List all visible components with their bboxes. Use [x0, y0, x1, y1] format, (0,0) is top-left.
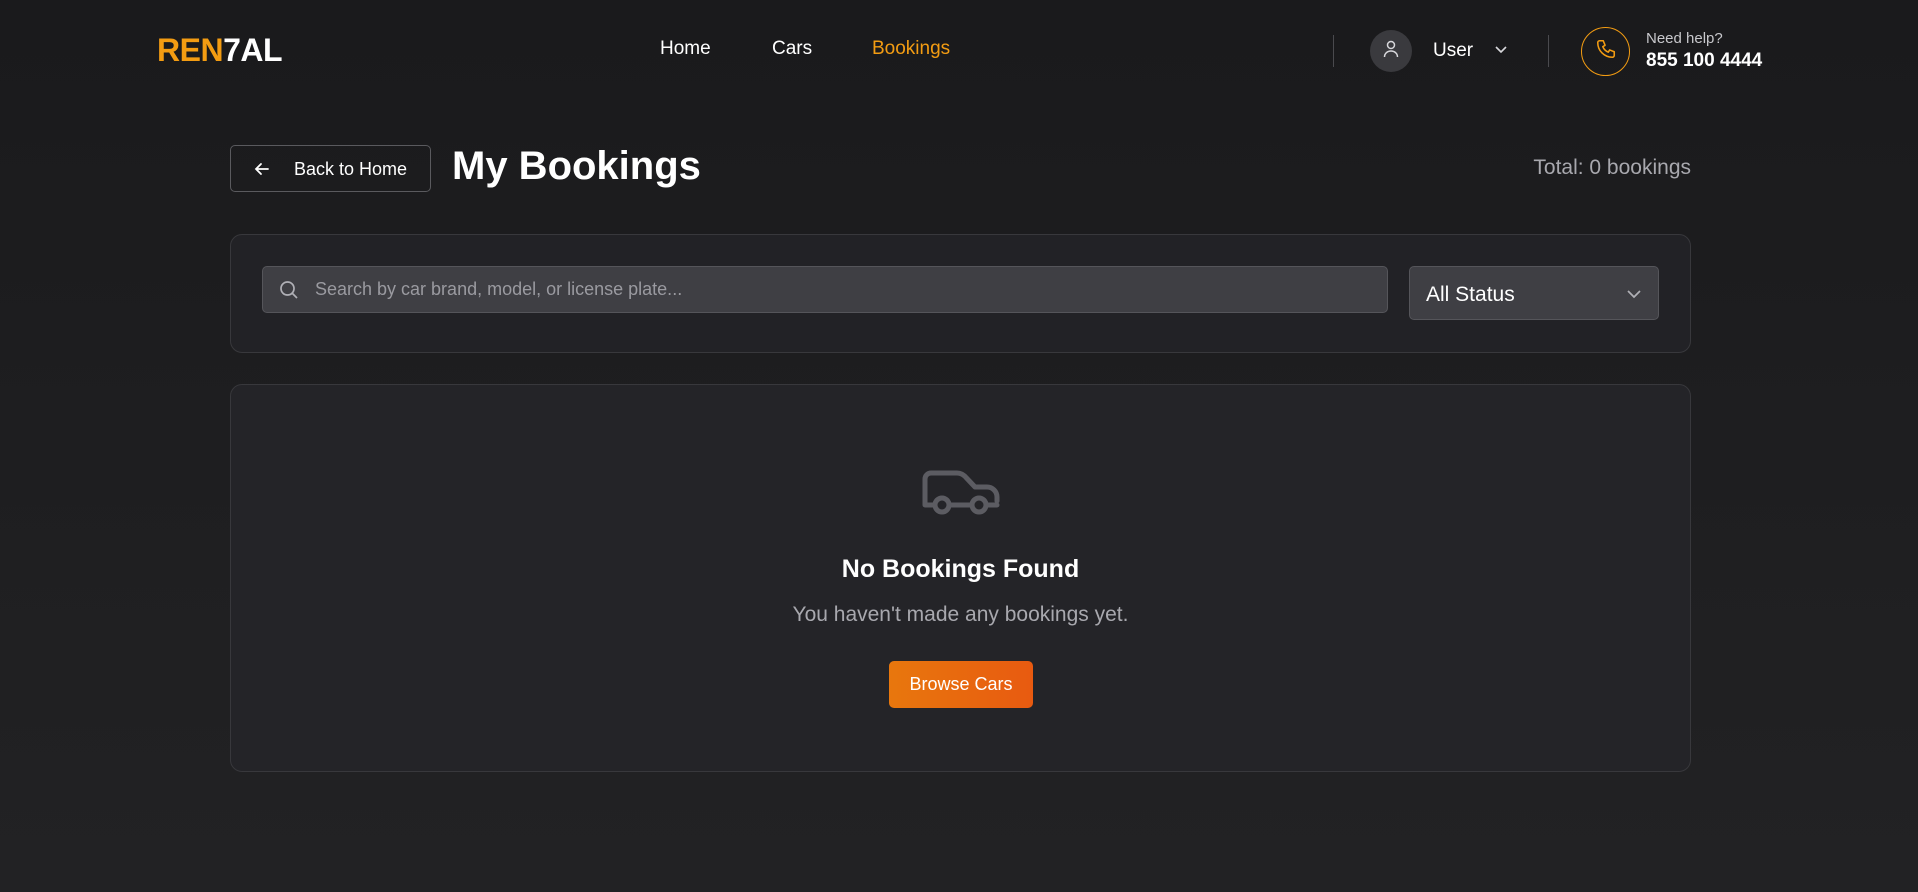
empty-state-subtitle: You haven't made any bookings yet.: [792, 603, 1129, 626]
status-filter-value: All Status: [1426, 283, 1515, 306]
arrow-left-icon: [253, 160, 271, 181]
total-bookings-count: Total: 0 bookings: [1533, 156, 1691, 179]
logo-part-2: 7AL: [223, 32, 283, 68]
nav-home-link[interactable]: Home: [660, 38, 711, 60]
logo-part-1: REN: [157, 32, 224, 68]
user-avatar[interactable]: [1370, 30, 1412, 72]
filter-panel: All Status: [230, 234, 1691, 353]
empty-state-title: No Bookings Found: [841, 555, 1080, 583]
nav-cars-link[interactable]: Cars: [772, 38, 812, 60]
help-label: Need help?: [1646, 30, 1723, 47]
header-divider-1: [1333, 35, 1334, 67]
search-input[interactable]: [315, 267, 1375, 312]
phone-icon: [1595, 38, 1617, 65]
status-filter-select[interactable]: All Status: [1409, 266, 1659, 320]
back-button-label: Back to Home: [294, 159, 408, 179]
chevron-down-icon: [1626, 287, 1642, 306]
nav-bookings-link[interactable]: Bookings: [872, 38, 950, 60]
phone-button[interactable]: [1581, 27, 1630, 76]
help-phone-number[interactable]: 855 100 4444: [1646, 50, 1762, 72]
header-divider-2: [1548, 35, 1549, 67]
browse-cars-button[interactable]: Browse Cars: [889, 661, 1033, 708]
user-icon: [1383, 40, 1399, 63]
top-navbar: REN7AL Home Cars Bookings User Need help…: [0, 0, 1918, 102]
brand-logo[interactable]: REN7AL: [157, 32, 283, 69]
chevron-down-icon[interactable]: [1494, 42, 1508, 61]
back-to-home-button[interactable]: Back to Home: [230, 145, 431, 192]
user-menu-label[interactable]: User: [1433, 40, 1473, 62]
search-icon: [279, 280, 299, 305]
page-title: My Bookings: [452, 144, 701, 188]
bookings-empty-state: No Bookings Found You haven't made any b…: [230, 384, 1691, 772]
search-box[interactable]: [262, 266, 1388, 313]
car-icon: [921, 463, 1001, 524]
